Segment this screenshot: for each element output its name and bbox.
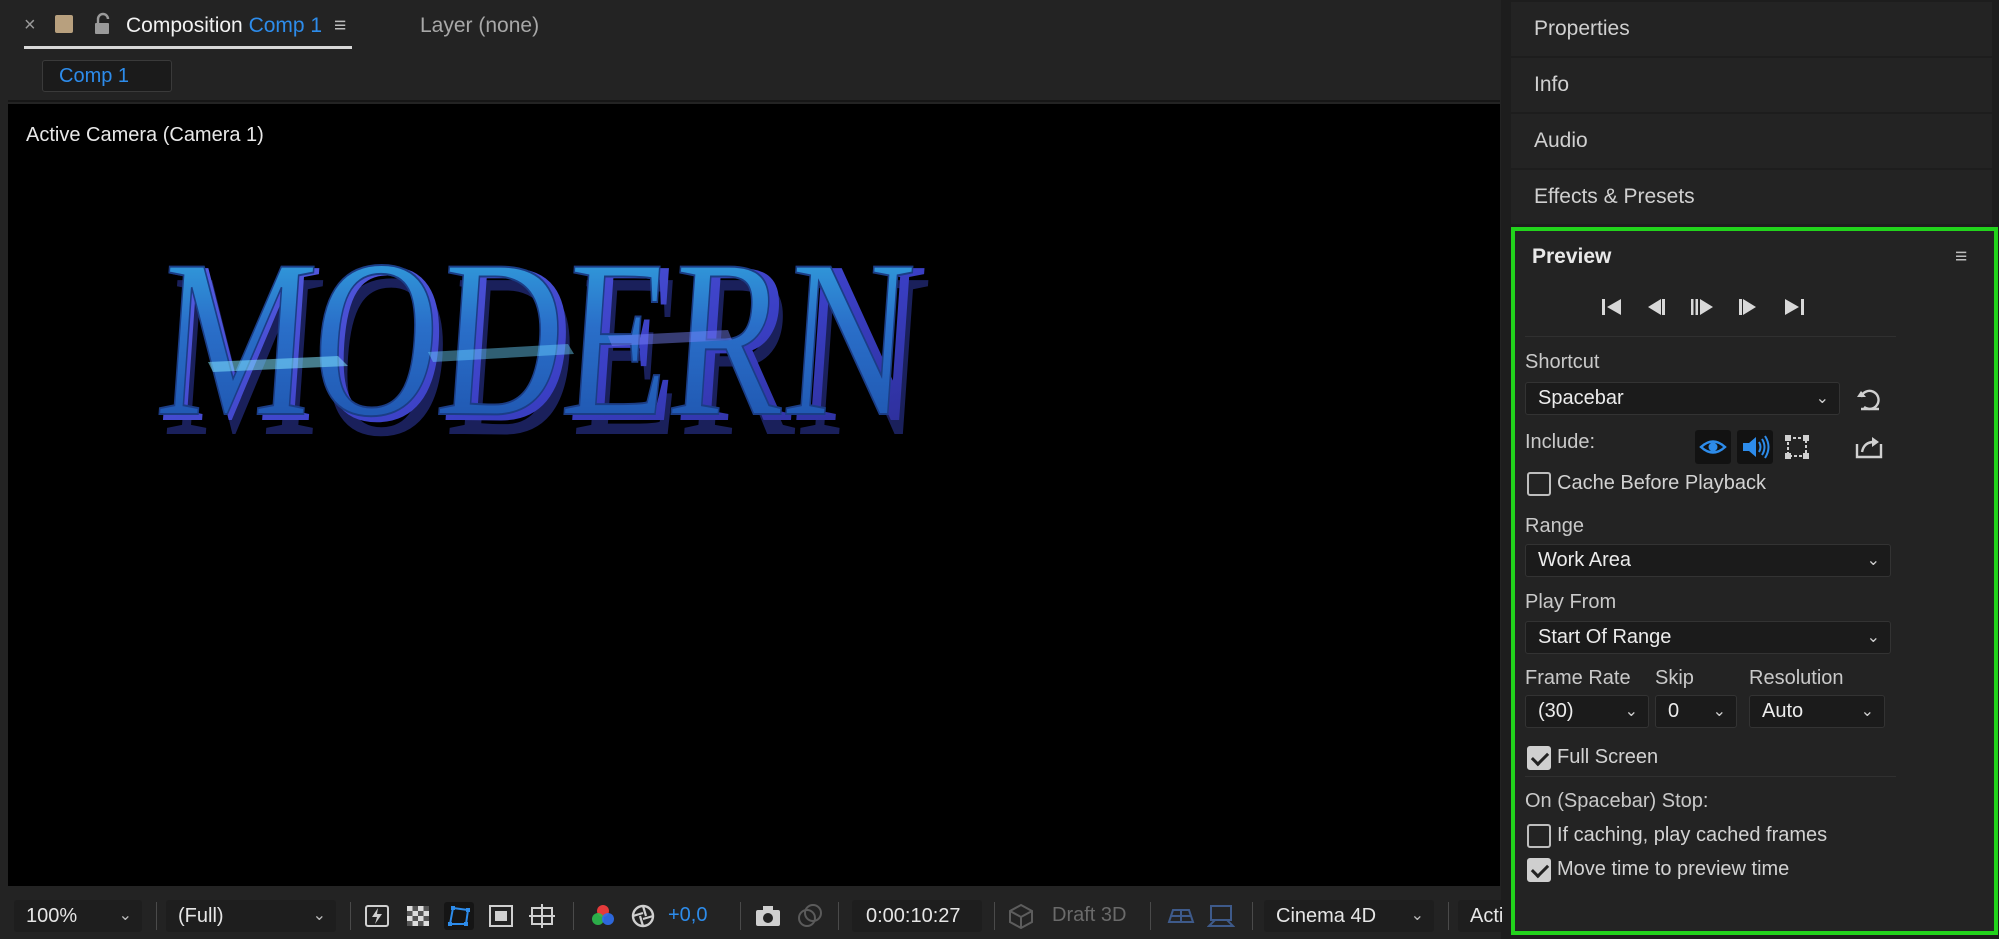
- chevron-down-icon: ⌄: [1624, 703, 1638, 720]
- active-tab-underline: [24, 46, 352, 49]
- first-frame-icon[interactable]: [1599, 295, 1625, 319]
- full-screen-checkbox[interactable]: [1527, 746, 1551, 770]
- current-time-display[interactable]: 0:00:10:27: [852, 900, 982, 932]
- 3d-view-dropdown[interactable]: Acti: [1458, 900, 1503, 932]
- full-screen-label: Full Screen: [1557, 746, 1659, 768]
- right-panel-stack: Properties Info Audio Effects & Presets …: [1509, 0, 1999, 939]
- renderer-dropdown[interactable]: Cinema 4D ⌄: [1264, 900, 1434, 932]
- fast-previews-icon[interactable]: [362, 902, 392, 930]
- separator: [994, 902, 995, 930]
- region-of-interest-icon[interactable]: [486, 902, 516, 930]
- chevron-down-icon: ⌄: [1866, 552, 1880, 569]
- composition-tab-comp-name: Comp 1: [248, 14, 323, 37]
- composition-toolbar: 100% ⌄ (Full) ⌄ +0,0 0:00:10:27 Draft 3D…: [0, 892, 1503, 939]
- skip-label: Skip: [1655, 667, 1694, 689]
- layer-tab[interactable]: Layer (none): [420, 14, 539, 38]
- chevron-down-icon: ⌄: [118, 907, 132, 924]
- separator: [1150, 902, 1151, 930]
- include-video-eye-icon[interactable]: [1695, 430, 1731, 464]
- resolution-label: Resolution: [1749, 667, 1844, 689]
- properties-panel-header[interactable]: Properties: [1511, 2, 1992, 56]
- shortcut-label: Shortcut: [1525, 351, 1600, 373]
- panel-menu-icon[interactable]: ≡: [334, 14, 346, 38]
- separator: [1448, 902, 1449, 930]
- play-from-dropdown[interactable]: Start Of Range ⌄: [1525, 621, 1891, 654]
- move-time-checkbox[interactable]: [1527, 858, 1551, 882]
- draft-3d-icon[interactable]: [1006, 902, 1036, 930]
- play-stop-icon[interactable]: [1689, 295, 1715, 319]
- include-audio-speaker-icon[interactable]: [1737, 430, 1773, 464]
- resolution-dropdown[interactable]: Auto ⌄: [1749, 695, 1885, 728]
- preview-panel-menu-icon[interactable]: ≡: [1955, 245, 1967, 269]
- close-tab-icon[interactable]: ×: [24, 14, 36, 37]
- transparency-grid-icon[interactable]: [403, 902, 433, 930]
- move-time-label: Move time to preview time: [1557, 858, 1790, 880]
- grid-guides-icon[interactable]: [527, 902, 557, 930]
- resolution-dropdown[interactable]: (Full) ⌄: [166, 900, 336, 932]
- zoom-dropdown[interactable]: 100% ⌄: [14, 900, 142, 932]
- composition-tab-bar: × Composition Comp 1 ≡ Layer (none): [0, 0, 1501, 56]
- chevron-down-icon: ⌄: [1860, 703, 1874, 720]
- comp-color-swatch: [55, 15, 73, 33]
- composition-viewer[interactable]: Active Camera (Camera 1) MODERN MODERN M…: [8, 104, 1500, 886]
- separator: [1252, 902, 1253, 930]
- play-from-label: Play From: [1525, 591, 1617, 613]
- lock-icon[interactable]: [92, 12, 114, 36]
- shortcut-dropdown[interactable]: Spacebar ⌄: [1525, 382, 1840, 415]
- reset-exposure-icon[interactable]: [628, 902, 658, 930]
- reset-shortcut-icon[interactable]: [1855, 387, 1883, 413]
- chevron-down-icon: ⌄: [312, 907, 326, 924]
- if-caching-label: If caching, play cached frames: [1557, 824, 1828, 846]
- mask-path-visibility-icon[interactable]: [444, 902, 474, 930]
- next-frame-icon[interactable]: [1735, 295, 1761, 319]
- frame-rate-dropdown[interactable]: (30) ⌄: [1525, 695, 1649, 728]
- 3d-ground-plane-icon[interactable]: [1166, 902, 1196, 930]
- separator: [740, 902, 741, 930]
- composition-panel: × Composition Comp 1 ≡ Layer (none) Comp…: [0, 0, 1503, 939]
- preview-panel: Preview ≡ Shortcut Spacebar ⌄ Include: Ca…: [1511, 227, 1998, 935]
- extended-viewer-icon[interactable]: [1206, 902, 1236, 930]
- separator: [156, 902, 157, 930]
- separator: [350, 902, 351, 930]
- exposure-value[interactable]: +0,0: [668, 892, 707, 939]
- if-caching-checkbox[interactable]: [1527, 824, 1551, 848]
- include-overlays-icon[interactable]: [1779, 430, 1815, 464]
- last-frame-icon[interactable]: [1781, 295, 1807, 319]
- separator: [573, 902, 574, 930]
- include-label: Include:: [1525, 431, 1596, 453]
- show-snapshot-icon[interactable]: [795, 902, 825, 930]
- previous-frame-icon[interactable]: [1643, 295, 1669, 319]
- preview-panel-title: Preview: [1532, 245, 1612, 268]
- chevron-down-icon: ⌄: [1815, 390, 1829, 407]
- divider: [1525, 776, 1896, 777]
- draft-3d-label[interactable]: Draft 3D: [1052, 892, 1126, 939]
- frame-rate-label: Frame Rate: [1525, 667, 1631, 689]
- composition-tab[interactable]: Composition Comp 1: [126, 14, 322, 38]
- cache-before-playback-checkbox[interactable]: [1527, 472, 1551, 496]
- range-label: Range: [1525, 515, 1584, 537]
- divider: [8, 100, 1500, 102]
- chevron-down-icon: ⌄: [1712, 703, 1726, 720]
- render-text-face: MODERN: [151, 213, 920, 463]
- chevron-down-icon: ⌄: [1410, 907, 1424, 924]
- separator: [838, 902, 839, 930]
- on-stop-label: On (Spacebar) Stop:: [1525, 790, 1709, 812]
- 3d-text-render: MODERN MODERN MODERN: [150, 212, 936, 485]
- range-dropdown[interactable]: Work Area ⌄: [1525, 544, 1891, 577]
- chevron-down-icon: ⌄: [1866, 629, 1880, 646]
- audio-panel-header[interactable]: Audio: [1511, 114, 1992, 168]
- channel-rgb-icon[interactable]: [588, 902, 618, 930]
- effects-presets-panel-header[interactable]: Effects & Presets: [1511, 170, 1992, 224]
- comp-breadcrumb-chip[interactable]: Comp 1: [42, 60, 172, 92]
- divider: [1525, 336, 1896, 337]
- snapshot-camera-icon[interactable]: [753, 902, 783, 930]
- output-export-icon[interactable]: [1851, 430, 1887, 464]
- cache-before-playback-label: Cache Before Playback: [1557, 472, 1767, 494]
- skip-dropdown[interactable]: 0 ⌄: [1655, 695, 1737, 728]
- info-panel-header[interactable]: Info: [1511, 58, 1992, 112]
